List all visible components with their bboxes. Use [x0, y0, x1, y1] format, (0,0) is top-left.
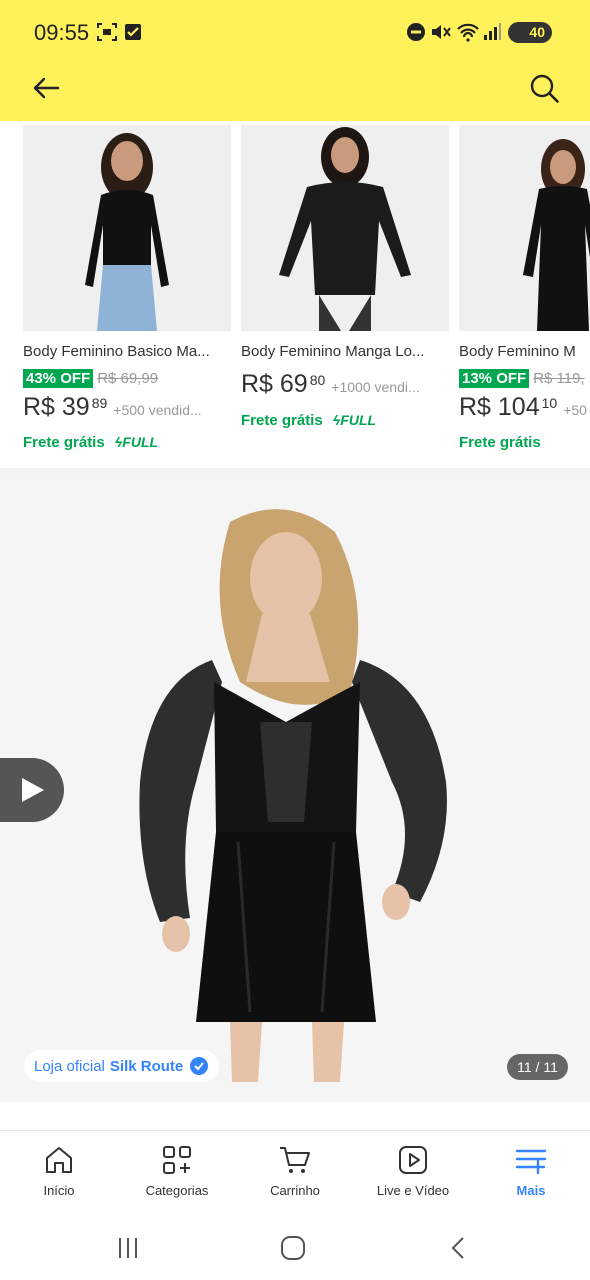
nav-label: Início: [43, 1183, 75, 1198]
nav-label: Mais: [516, 1183, 546, 1198]
nav-more[interactable]: Mais: [472, 1131, 590, 1215]
top-bar: 09:55 40: [0, 0, 590, 121]
free-shipping-label: Frete grátis: [459, 434, 541, 451]
home-icon: [46, 1147, 72, 1173]
discount-row: 13% OFF R$ 119,: [459, 369, 585, 388]
shipping-info: Frete grátis: [459, 434, 541, 451]
discount-badge: 43% OFF: [23, 369, 94, 388]
play-video-button[interactable]: [0, 758, 64, 822]
product-gallery[interactable]: Loja oficial Silk Route 11 / 11: [0, 482, 590, 1102]
battery-indicator: 40: [508, 22, 552, 43]
nav-label: Categorias: [145, 1183, 209, 1198]
nav-home[interactable]: Início: [0, 1131, 118, 1215]
cart-icon: [280, 1147, 310, 1173]
system-navigation: [0, 1214, 590, 1280]
discount-badge: 13% OFF: [459, 369, 530, 388]
do-not-disturb-icon: [407, 23, 425, 41]
product-card[interactable]: Body Feminino Manga Lo... R$ 69 80 +1000 v…: [241, 121, 449, 468]
discount-row: 43% OFF R$ 69,99: [23, 369, 158, 388]
free-shipping-label: Frete grátis: [23, 434, 105, 451]
store-name: Silk Route: [109, 1057, 184, 1075]
product-card[interactable]: Body Feminino Basico Ma... 43% OFF R$ 69,…: [23, 121, 231, 468]
price-row: R$ 69 80 +1000 vendi...: [241, 370, 420, 399]
product-image: [241, 125, 449, 331]
product-image: [23, 125, 231, 331]
spacer: [0, 1102, 590, 1130]
section-divider: [0, 468, 590, 482]
product-photo: [0, 482, 590, 1102]
screenshot-icon: [97, 23, 117, 41]
price-cents: 10: [541, 395, 558, 411]
back-button-icon[interactable]: [446, 1235, 472, 1261]
search-icon[interactable]: [526, 70, 562, 106]
sold-count: +500 vendid...: [113, 402, 202, 418]
home-button-icon[interactable]: [280, 1235, 306, 1261]
product-image: [459, 125, 590, 331]
price: R$ 39: [23, 393, 90, 421]
verified-icon: [190, 1057, 209, 1075]
sold-count: +1000 vendi...: [331, 379, 420, 395]
status-time: 09:55: [34, 20, 90, 45]
full-badge: ϟFULL: [332, 412, 377, 428]
wifi-icon: [457, 23, 479, 42]
shipping-info: Frete grátis ϟFULL: [241, 412, 376, 429]
full-badge: ϟFULL: [114, 434, 159, 450]
shipping-info: Frete grátis ϟFULL: [23, 434, 158, 451]
product-title[interactable]: Body Feminino M: [459, 343, 590, 360]
nav-label: Live e Vídeo: [376, 1183, 450, 1198]
signal-icon: [484, 23, 501, 40]
free-shipping-label: Frete grátis: [241, 412, 323, 429]
bottom-navigation: Início Categorias Carrinho Live e Vídeo …: [0, 1130, 590, 1214]
nav-live-video[interactable]: Live e Vídeo: [354, 1131, 472, 1215]
official-store-badge[interactable]: Loja oficial Silk Route: [24, 1050, 220, 1082]
play-icon: [399, 1146, 427, 1174]
price-cents: 89: [91, 395, 108, 411]
status-bar: 09:55 40: [0, 0, 590, 64]
product-title[interactable]: Body Feminino Manga Lo...: [241, 343, 449, 360]
recent-apps-icon[interactable]: [116, 1236, 140, 1260]
official-store-label: Loja oficial: [34, 1057, 105, 1075]
menu-plus-icon: [515, 1149, 547, 1175]
price-cents: 80: [309, 372, 326, 388]
nav-cart[interactable]: Carrinho: [236, 1131, 354, 1215]
price-row: R$ 104 10 +50: [459, 393, 587, 422]
arrow-left-icon[interactable]: [28, 70, 64, 106]
sold-count: +50: [563, 402, 587, 418]
product-title[interactable]: Body Feminino Basico Ma...: [23, 343, 231, 360]
nav-label: Carrinho: [270, 1183, 320, 1198]
product-card[interactable]: Body Feminino M 13% OFF R$ 119, R$ 104 10 +…: [459, 121, 590, 468]
price: R$ 104: [459, 393, 540, 421]
price: R$ 69: [241, 370, 308, 398]
price-row: R$ 39 89 +500 vendid...: [23, 393, 202, 422]
checkbox-notification-icon: [125, 24, 141, 40]
image-counter: 11 / 11: [507, 1054, 568, 1080]
mute-icon: [432, 25, 451, 39]
related-products-carousel[interactable]: Body Feminino Basico Ma... 43% OFF R$ 69,…: [0, 121, 590, 468]
old-price: R$ 119,: [533, 370, 585, 387]
categories-icon: [163, 1146, 191, 1174]
old-price: R$ 69,99: [97, 370, 159, 387]
nav-categories[interactable]: Categorias: [118, 1131, 236, 1215]
play-icon: [22, 778, 44, 802]
